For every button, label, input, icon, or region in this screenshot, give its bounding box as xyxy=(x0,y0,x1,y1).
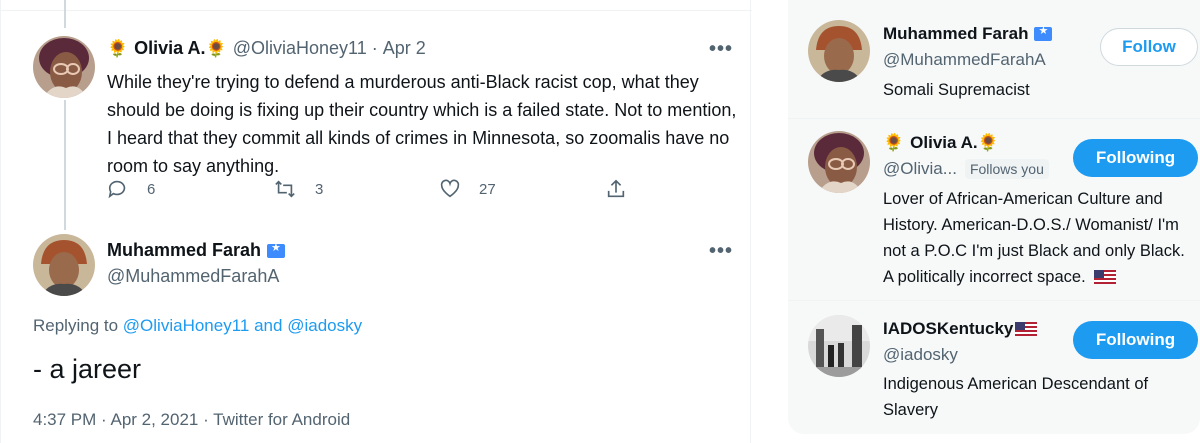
us-flag-icon xyxy=(1015,322,1038,336)
user-cell[interactable]: IADOSKentucky @iadosky Indigenous Americ… xyxy=(788,301,1200,434)
follow-button[interactable]: Follow xyxy=(1100,28,1198,66)
mention-link[interactable]: @OliviaHoney11 xyxy=(123,316,250,335)
user-display-name[interactable]: IADOSKentucky xyxy=(883,319,1038,339)
user-handle-text: @MuhammedFarahA xyxy=(883,50,1046,69)
us-flag-icon xyxy=(1094,270,1117,284)
user-handle[interactable]: @Olivia... Follows you xyxy=(883,159,1049,179)
user-bio: Indigenous American Descendant of Slaver… xyxy=(883,375,1149,419)
user-handle-text: @Olivia... xyxy=(883,159,957,178)
avatar[interactable] xyxy=(33,234,95,296)
sunflower-icon: 🌻 xyxy=(977,133,999,152)
follows-you-badge: Follows you xyxy=(964,159,1049,179)
replying-to: Replying to @OliviaHoney11 and @iadosky xyxy=(33,316,362,336)
user-display-name[interactable]: 🌻 Olivia A. 🌻 xyxy=(883,133,999,153)
tweet-date[interactable]: Apr 2 xyxy=(383,38,426,59)
thread-connector xyxy=(64,0,66,28)
heart-icon xyxy=(440,179,460,198)
somalia-flag-icon xyxy=(267,241,286,258)
author-display-name[interactable]: Olivia A. xyxy=(134,38,205,59)
following-button[interactable]: Following xyxy=(1073,139,1198,177)
tweet-text: While they're trying to defend a murdero… xyxy=(107,72,737,176)
replying-prefix: Replying to xyxy=(33,316,119,335)
user-display-name[interactable]: Muhammed Farah xyxy=(883,24,1053,44)
avatar[interactable] xyxy=(808,20,870,82)
retweet-button[interactable]: 3 xyxy=(273,178,323,200)
mention-link[interactable]: @iadosky xyxy=(287,316,362,335)
tweet-text: - a jareer xyxy=(33,354,142,384)
user-cell[interactable]: 🌻 Olivia A. 🌻 @Olivia... Follows you Lov… xyxy=(788,119,1200,299)
sunflower-icon: 🌻 xyxy=(205,38,227,58)
author-handle[interactable]: @MuhammedFarahA xyxy=(107,266,279,287)
following-button[interactable]: Following xyxy=(1073,321,1198,359)
user-bio: Lover of African-American Culture and Hi… xyxy=(883,186,1198,290)
sunflower-icon: 🌻 xyxy=(107,38,129,58)
author-handle-row: @MuhammedFarahA xyxy=(107,266,279,287)
mention-and: and xyxy=(254,316,283,335)
share-button[interactable] xyxy=(605,178,645,200)
like-button[interactable]: 27 xyxy=(439,178,496,200)
retweet-count: 3 xyxy=(315,180,324,198)
dot-separator: · xyxy=(371,38,378,58)
user-bio: Somali Supremacist xyxy=(883,81,1030,99)
user-handle-text: @iadosky xyxy=(883,345,958,364)
retweet-icon xyxy=(275,180,295,198)
more-options-icon[interactable]: ••• xyxy=(709,38,733,61)
tweet-timestamp[interactable]: 4:37 PM · Apr 2, 2021 · Twitter for Andr… xyxy=(33,410,350,430)
user-name-text: Muhammed Farah xyxy=(883,24,1029,43)
user-cell[interactable]: Muhammed Farah @MuhammedFarahA Somali Su… xyxy=(788,0,1200,118)
author-display-name[interactable]: Muhammed Farah xyxy=(107,240,261,261)
more-options-icon[interactable]: ••• xyxy=(709,240,733,263)
user-name-text: Olivia A. xyxy=(910,133,978,152)
tweet-actions: 6 3 27 xyxy=(107,178,647,208)
tweet-author-row: 🌻 Olivia A. 🌻 @OliviaHoney11 · Apr 2 xyxy=(107,38,426,59)
reply-button[interactable]: 6 xyxy=(107,178,155,200)
sunflower-icon: 🌻 xyxy=(883,133,905,152)
user-handle[interactable]: @MuhammedFarahA xyxy=(883,50,1046,70)
user-bio-text: Lover of African-American Culture and Hi… xyxy=(883,190,1185,286)
avatar[interactable] xyxy=(808,131,870,193)
avatar[interactable] xyxy=(808,315,870,377)
tweet-thread: 🌻 Olivia A. 🌻 @OliviaHoney11 · Apr 2 •••… xyxy=(0,0,752,443)
user-name-text: IADOSKentucky xyxy=(883,319,1014,338)
user-handle[interactable]: @iadosky xyxy=(883,345,958,365)
tweet-author-row: Muhammed Farah xyxy=(107,240,286,261)
share-icon xyxy=(607,179,625,198)
author-handle[interactable]: @OliviaHoney11 xyxy=(233,38,367,59)
reply-icon xyxy=(108,180,126,199)
like-count: 27 xyxy=(479,180,496,198)
reply-count: 6 xyxy=(147,180,156,198)
divider xyxy=(1,10,752,11)
somalia-flag-icon xyxy=(1034,24,1053,41)
user-list-panel: Muhammed Farah @MuhammedFarahA Somali Su… xyxy=(788,0,1200,434)
avatar[interactable] xyxy=(33,36,95,98)
thread-connector xyxy=(64,100,66,230)
